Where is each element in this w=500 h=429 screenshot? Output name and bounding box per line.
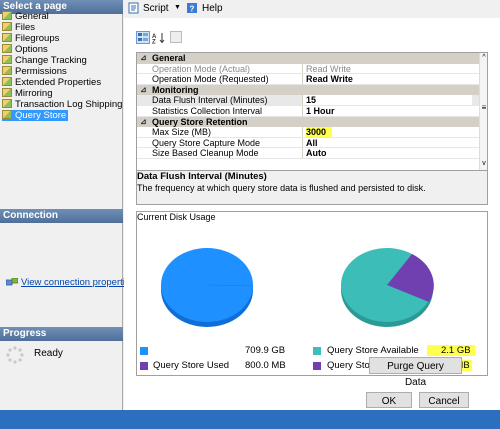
collapse-icon[interactable]: ⊿	[140, 117, 147, 128]
progress-spinner-icon	[6, 346, 24, 364]
description-title: Data Flush Interval (Minutes)	[137, 171, 267, 182]
main-panel: AZ ⊿ General Operation Mode (Actual) Read …	[124, 18, 500, 410]
page-item-filegroups[interactable]: Filegroups	[2, 33, 59, 44]
legend-swatch-teal	[313, 347, 321, 355]
script-icon	[128, 2, 140, 14]
prop-data-flush-interval[interactable]: Data Flush Interval (Minutes) 15	[137, 95, 479, 106]
script-button[interactable]: Script	[143, 3, 169, 14]
category-monitoring[interactable]: ⊿ Monitoring	[137, 84, 479, 96]
prop-operation-mode-requested[interactable]: Operation Mode (Requested) Read Write	[137, 74, 479, 85]
scroll-up-icon[interactable]: ^	[480, 53, 487, 62]
legend-swatch-blue	[140, 347, 148, 355]
disk-usage-title: Current Disk Usage	[137, 212, 216, 222]
sort-alphabetical-icon[interactable]: AZ	[152, 31, 166, 46]
prop-size-based-cleanup-mode[interactable]: Size Based Cleanup Mode Auto	[137, 148, 479, 159]
description-text: The frequency at which query store data …	[137, 183, 426, 193]
legend-swatch-purple	[140, 362, 148, 370]
legend-label-qs-available: Query Store Available	[327, 345, 419, 356]
legend-value-qs-used-left: 800.0 MB	[245, 360, 286, 371]
left-pane: Select a page General Files Filegroups O…	[0, 0, 135, 410]
connection-header: Connection	[0, 209, 123, 223]
chevron-down-icon[interactable]: ▼	[174, 4, 181, 11]
page-item-query-store[interactable]: Query Store	[2, 110, 69, 121]
legend-value-db: 709.9 GB	[245, 345, 286, 356]
page-item-transaction-log-shipping[interactable]: Transaction Log Shipping	[2, 99, 122, 110]
cancel-button[interactable]: Cancel	[419, 392, 469, 408]
page-icon	[2, 77, 12, 86]
legend-label-qs-used-left: Query Store Used	[153, 360, 230, 371]
page-icon	[2, 33, 12, 42]
page-icon	[2, 110, 12, 119]
property-grid: ⊿ General Operation Mode (Actual) Read Wri…	[136, 52, 488, 171]
description-panel: Data Flush Interval (Minutes) The freque…	[136, 171, 488, 205]
page-item-extended-properties[interactable]: Extended Properties	[2, 77, 101, 88]
help-button[interactable]: Help	[202, 3, 223, 14]
page-icon	[2, 22, 12, 31]
page-item-options[interactable]: Options	[2, 44, 48, 55]
page-icon	[2, 44, 12, 53]
help-icon: ?	[186, 2, 198, 14]
prop-operation-mode-actual[interactable]: Operation Mode (Actual) Read Write	[137, 63, 479, 75]
view-connection-properties-link[interactable]: View connection properties	[21, 277, 135, 288]
scroll-thumb-grip-icon[interactable]: ≡	[480, 103, 487, 113]
page-icon	[2, 55, 12, 64]
legend-value-qs-available: 2.1 GB	[427, 345, 475, 356]
page-icon	[2, 66, 12, 75]
category-general[interactable]: ⊿ General	[137, 53, 479, 64]
page-icon	[2, 88, 12, 97]
progress-header: Progress	[0, 327, 123, 341]
purge-query-data-button[interactable]: Purge Query Data	[369, 357, 462, 388]
max-size-value[interactable]: 3000	[306, 127, 333, 138]
prop-max-size[interactable]: Max Size (MB) 3000	[137, 127, 479, 138]
collapse-icon[interactable]: ⊿	[140, 85, 147, 96]
page-icon	[2, 99, 12, 108]
scroll-down-icon[interactable]: v	[480, 159, 487, 168]
categorized-view-icon[interactable]	[136, 31, 150, 44]
page-icon	[2, 11, 12, 20]
legend-swatch-purple-right	[313, 362, 321, 370]
connection-icon	[5, 277, 19, 286]
prop-query-store-capture-mode[interactable]: Query Store Capture Mode All	[137, 137, 479, 149]
page-item-mirroring[interactable]: Mirroring	[2, 88, 52, 99]
property-grid-scrollbar[interactable]: ^ ≡ v	[479, 53, 487, 170]
page-item-files[interactable]: Files	[2, 22, 35, 33]
category-query-store-retention[interactable]: ⊿ Query Store Retention	[137, 116, 479, 128]
progress-status: Ready	[34, 348, 63, 359]
window-frame-bottom	[0, 410, 500, 429]
collapse-icon[interactable]: ⊿	[140, 53, 147, 64]
page-item-general[interactable]: General	[2, 11, 49, 22]
database-size-pie	[161, 248, 254, 327]
toolbar: Script ▼ ? Help	[124, 0, 500, 18]
disk-usage-panel: Current Disk Usage 709.9 GB Query Store …	[136, 211, 488, 376]
property-pages-icon[interactable]	[170, 31, 182, 43]
svg-text:?: ?	[190, 5, 195, 14]
ok-button[interactable]: OK	[366, 392, 412, 408]
page-item-change-tracking[interactable]: Change Tracking	[2, 55, 87, 66]
svg-text:Z: Z	[152, 40, 156, 45]
page-item-permissions[interactable]: Permissions	[2, 66, 67, 77]
prop-statistics-collection-interval[interactable]: Statistics Collection Interval 1 Hour	[137, 106, 479, 117]
query-store-pie	[341, 248, 434, 327]
